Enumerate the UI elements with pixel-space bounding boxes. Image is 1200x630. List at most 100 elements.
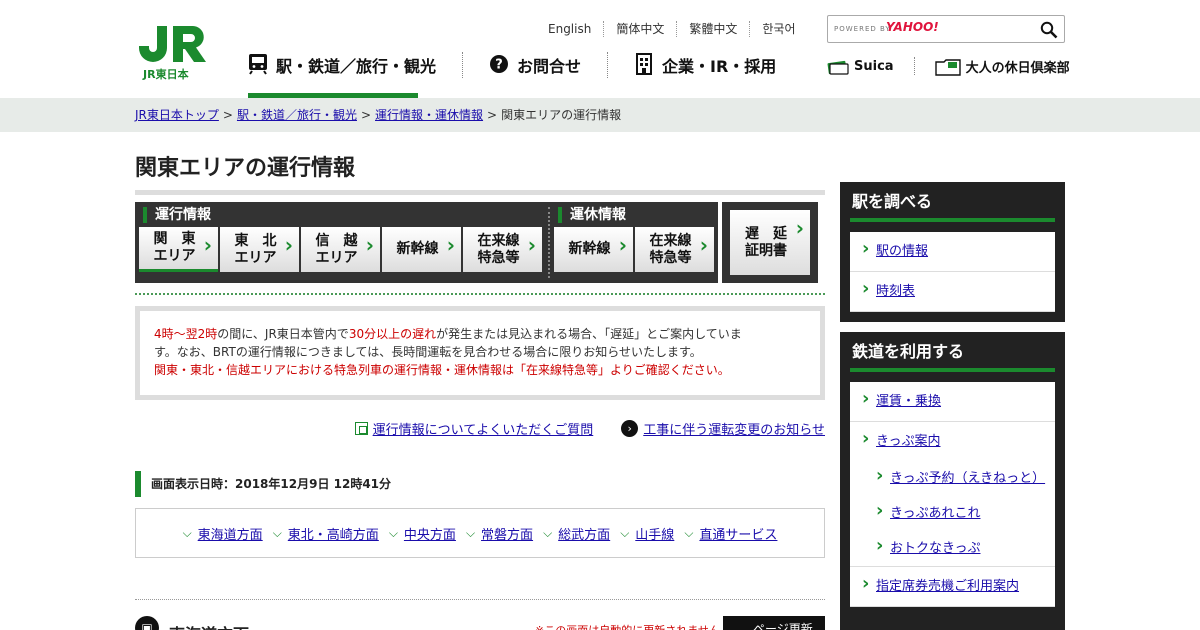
tab-divider (548, 207, 550, 278)
suspension-info-tabs: 運休情報 新幹線 在来線特急等 (546, 202, 718, 283)
suica-card-icon (827, 60, 849, 75)
question-icon: ? (490, 55, 509, 73)
notice-emphasis: 4時～翌2時 (154, 327, 218, 341)
section-title: 東海道方面 (169, 621, 249, 630)
tab-line1: 遅 延 (745, 225, 787, 242)
chevron-down-icon: ⌵ (272, 525, 282, 540)
chevron-down-icon: ⌵ (182, 525, 192, 540)
jr-east-logo[interactable]: JR東日本 (135, 24, 209, 82)
direction-label: 山手線 (635, 527, 675, 543)
train-icon (249, 54, 267, 75)
search-icon[interactable] (1040, 21, 1058, 39)
lang-traditional-chinese[interactable]: 繁體中文 (677, 21, 751, 37)
sidebar-item-ticket-guide[interactable]: きっぷ案内 (850, 422, 1055, 461)
suspension-info-heading: 運休情報 (558, 207, 714, 223)
sidebar-item-label: 駅の情報 (876, 244, 929, 259)
sidebar-use-railway: 鉄道を利用する 運賃・乗換 きっぷ案内 きっぷ予約（えきねっと） きっぷあれこれ… (840, 332, 1065, 630)
chevron-down-icon: ⌵ (543, 525, 553, 540)
breadcrumb-link-top[interactable]: JR東日本トップ (135, 108, 219, 122)
tab-line2: 証明書 (745, 242, 787, 259)
direction-link-chuo[interactable]: ⌵ 中央方面 (389, 524, 456, 543)
sidebar-subitem-discount-tickets[interactable]: おトクなきっぷ (850, 531, 1055, 567)
notice-box: 4時～翌2時の間に、JR東日本管内で30分以上の遅れが発生または見込まれる場合、… (135, 306, 825, 400)
direction-link-tohoku-takasaki[interactable]: ⌵ 東北・高崎方面 (273, 524, 379, 543)
notice-text: の間に、JR東日本管内で (217, 327, 349, 341)
tokaido-section-header: ▣ 東海道方面 ※この画面は自動的に更新されません ページ更新 (135, 616, 825, 630)
notice-line-2: す。なお、BRTの運行情報につきましては、長時間運転を見合わせる場合に限りお知ら… (154, 345, 702, 359)
sidebar-item-timetable[interactable]: 時刻表 (850, 272, 1055, 312)
suica-label: Suica (854, 59, 894, 74)
sidebar-list: 駅の情報 時刻表 (850, 232, 1055, 312)
chevron-down-icon: ⌵ (620, 525, 630, 540)
folder-card-icon (934, 58, 961, 76)
tab-line2: エリア (153, 248, 196, 264)
construction-change-link[interactable]: › 工事に伴う運転変更のお知らせ (621, 419, 825, 438)
direction-label: 東海道方面 (197, 527, 263, 543)
sidebar-item-label: 時刻表 (876, 284, 916, 299)
club-label: 大人の休日倶楽部 (965, 61, 1070, 76)
sidebar-item-label: おトクなきっぷ (890, 541, 981, 556)
chevron-right-circle-icon: › (621, 420, 639, 437)
breadcrumb-link-railway[interactable]: 駅・鉄道／旅行・観光 (237, 108, 357, 122)
tab-line1: 在来線 (477, 232, 520, 249)
direction-label: 直通サービス (699, 527, 778, 543)
faq-link-label: 運行情報についてよくいただくご質問 (372, 423, 594, 438)
gnav-label: 企業・IR・採用 (662, 57, 777, 76)
lang-english[interactable]: English (536, 21, 605, 37)
sidebar-item-station-info[interactable]: 駅の情報 (850, 232, 1055, 272)
sidebar-item-ticket-machine[interactable]: 指定席券売機ご利用案内 (850, 567, 1055, 607)
search-input[interactable] (918, 19, 1028, 39)
divider (135, 293, 825, 295)
breadcrumb-separator: > (222, 108, 233, 122)
sidebar-item-label: きっぷあれこれ (890, 506, 981, 521)
tab-shinetsu-area[interactable]: 信 越エリア (301, 227, 380, 272)
tab-shinkansen[interactable]: 新幹線 (382, 227, 461, 272)
logo-text: JR東日本 (143, 68, 189, 81)
faq-link[interactable]: 運行情報についてよくいただくご質問 (354, 419, 594, 438)
sidebar-subitem-ticket-misc[interactable]: きっぷあれこれ (850, 496, 1055, 531)
direction-link-through-service[interactable]: ⌵ 直通サービス (684, 524, 777, 543)
construction-link-label: 工事に伴う運転変更のお知らせ (643, 423, 825, 438)
lang-simplified-chinese[interactable]: 簡体中文 (604, 21, 678, 37)
notice-line-1: 4時～翌2時の間に、JR東日本管内で30分以上の遅れが発生または見込まれる場合、… (154, 325, 806, 343)
jr-logo-mark (139, 26, 206, 62)
sidebar-item-label: きっぷ案内 (876, 434, 941, 449)
area-tabs: 運行情報 関 東エリア 東 北エリア 信 越エリア 新幹線 在来線特急等 運休情… (135, 202, 818, 283)
breadcrumb-current: 関東エリアの運行情報 (501, 108, 622, 122)
direction-label: 中央方面 (403, 527, 456, 543)
sidebar-heading: 鉄道を利用する (850, 332, 1055, 372)
chevron-down-icon: ⌵ (684, 525, 694, 540)
direction-link-yamanote[interactable]: ⌵ 山手線 (620, 524, 674, 543)
tab-line2: エリア (234, 249, 277, 266)
tab-limited-express[interactable]: 在来線 特急等 (463, 227, 542, 272)
suica-link[interactable]: Suica (827, 57, 894, 76)
tab-line2: 特急等 (477, 249, 520, 266)
otona-no-kyujitsu-club-link[interactable]: 大人の休日倶楽部 (934, 57, 1070, 76)
chevron-down-icon: ⌵ (388, 525, 398, 540)
site-header: JR東日本 English 簡体中文 繁體中文 한국어 POWERED BY Y… (0, 0, 1200, 98)
gnav-corporate-ir-recruit[interactable]: 企業・IR・採用 (634, 48, 776, 98)
delay-certificate-button[interactable]: 遅 延証明書 (730, 210, 810, 275)
lang-korean[interactable]: 한국어 (750, 21, 807, 37)
gnav-label: 駅・鉄道／旅行・観光 (276, 57, 437, 76)
direction-link-joban[interactable]: ⌵ 常磐方面 (466, 524, 533, 543)
gnav-railway-travel[interactable]: 駅・鉄道／旅行・観光 (248, 48, 436, 98)
direction-link-sobu[interactable]: ⌵ 総武方面 (543, 524, 610, 543)
page-refresh-button[interactable]: ページ更新 (723, 616, 825, 630)
sidebar-subitem-ticket-reservation[interactable]: きっぷ予約（えきねっと） (850, 461, 1055, 496)
nav-divider (607, 52, 609, 78)
direction-link-tokaido[interactable]: ⌵ 東海道方面 (183, 524, 263, 543)
tab-suspension-shinkansen[interactable]: 新幹線 (554, 227, 633, 272)
sidebar-item-fare-transfer[interactable]: 運賃・乗換 (850, 382, 1055, 422)
gnav-contact[interactable]: ? お問合せ (489, 48, 581, 98)
notice-emphasis: 30分以上の遅れ (348, 327, 437, 341)
tab-suspension-limited-express[interactable]: 在来線 特急等 (635, 227, 714, 272)
related-links: 運行情報についてよくいただくご質問 › 工事に伴う運転変更のお知らせ (327, 419, 825, 438)
tab-tohoku-area[interactable]: 東 北エリア (220, 227, 299, 272)
breadcrumb-link-operation-info[interactable]: 運行情報・運休情報 (375, 108, 483, 122)
global-nav: 駅・鉄道／旅行・観光 ? お問合せ 企業・IR・採用 (248, 48, 776, 98)
operation-info-tabs: 運行情報 関 東エリア 東 北エリア 信 越エリア 新幹線 在来線特急等 (135, 202, 546, 283)
tab-kanto-area[interactable]: 関 東エリア (139, 227, 218, 272)
gnav-label: お問合せ (517, 57, 582, 76)
external-window-icon (354, 422, 368, 435)
